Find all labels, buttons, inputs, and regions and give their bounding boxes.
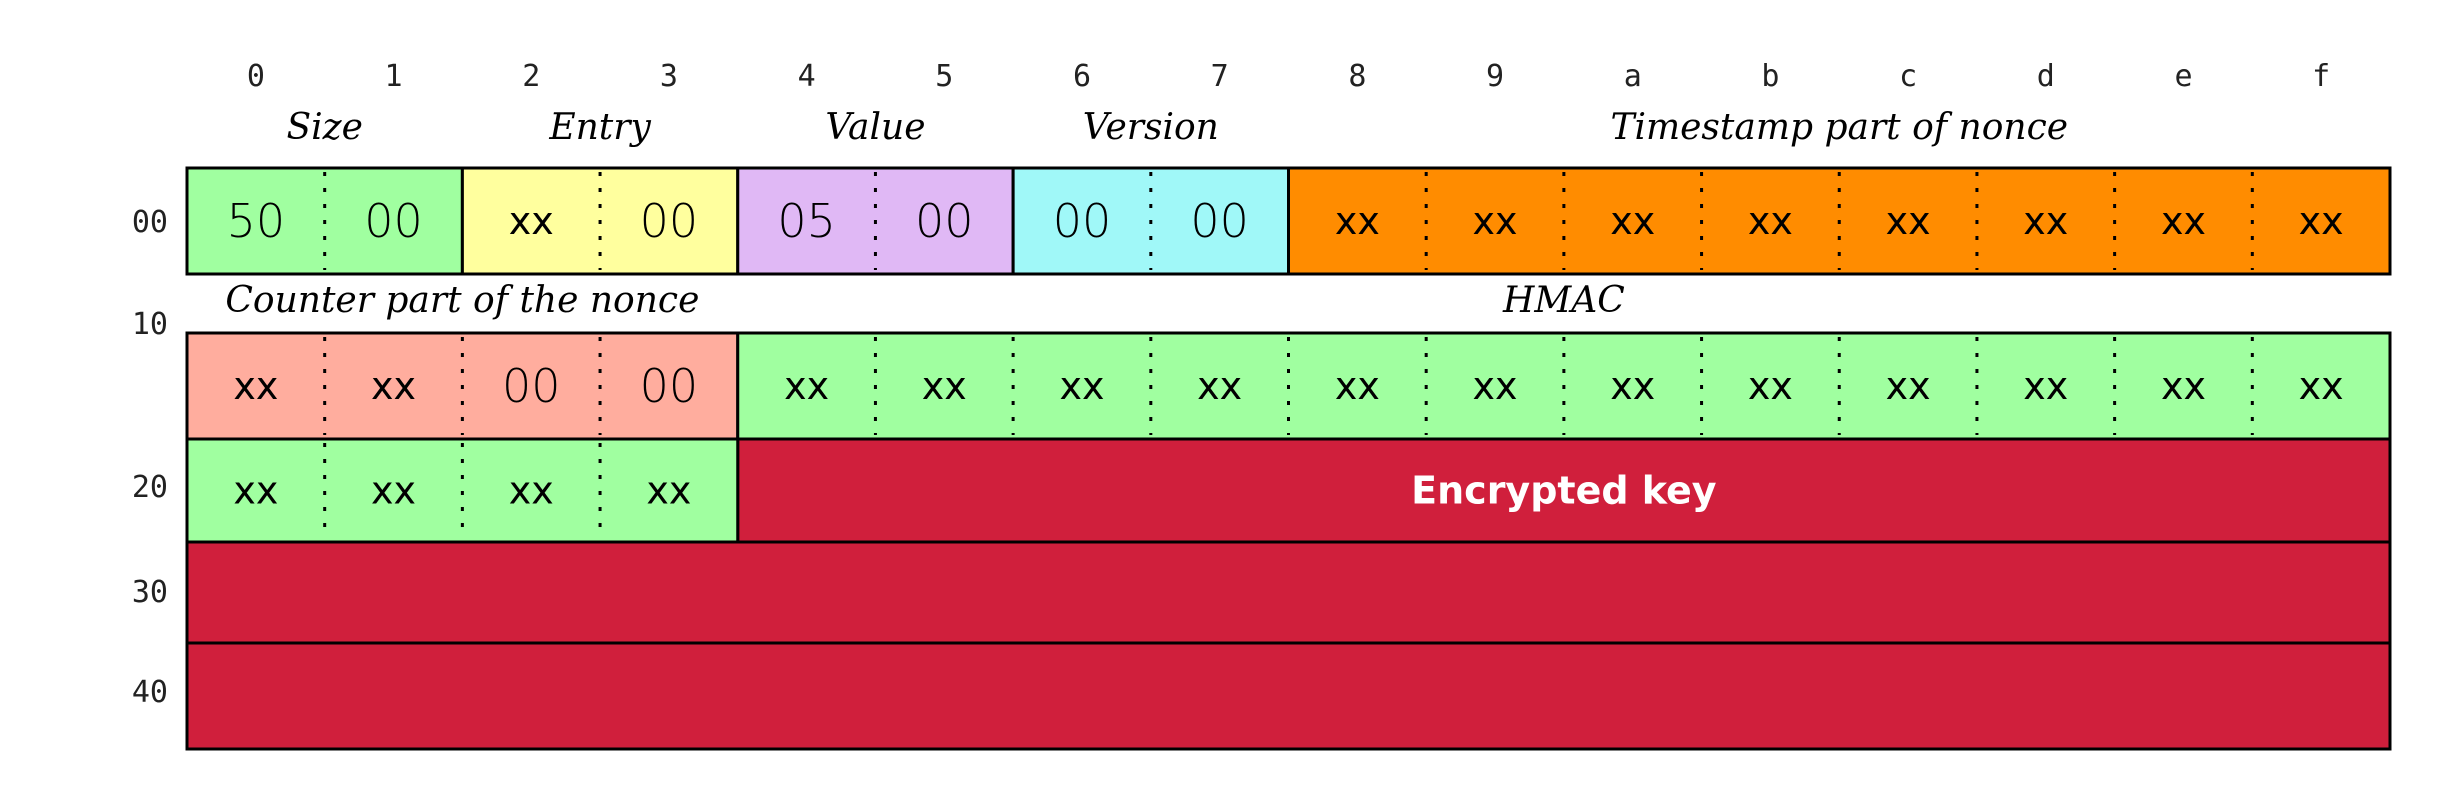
row-label: 40 (132, 675, 168, 710)
byte-value: xx (1473, 199, 1518, 243)
byte-value: 00 (915, 194, 974, 248)
column-label: 2 (522, 59, 540, 94)
byte-value: xx (233, 469, 278, 513)
column-label: a (1624, 59, 1642, 94)
byte-value: xx (2161, 364, 2206, 408)
row-label: 00 (132, 205, 168, 240)
byte-value: xx (1335, 364, 1380, 408)
column-label: 4 (798, 59, 816, 94)
byte-value: xx (2023, 364, 2068, 408)
byte-value: xx (2299, 199, 2344, 243)
byte-value: xx (784, 364, 829, 408)
byte-value: xx (371, 469, 416, 513)
encrypted-key-row-30 (185, 540, 2392, 645)
byte-value: xx (2299, 364, 2344, 408)
byte-value: xx (1335, 199, 1380, 243)
memory-layout-diagram: 0 1 2 3 4 5 6 7 8 9 a b c d e f 00 10 20 30 40 Encrypted key 5… (0, 0, 2441, 801)
column-label: 0 (247, 59, 265, 94)
column-label: b (1761, 59, 1779, 94)
byte-value: xx (1610, 364, 1655, 408)
row-label: 20 (132, 470, 168, 505)
column-label: 1 (385, 59, 403, 94)
column-label: f (2312, 59, 2330, 94)
byte-value: 00 (640, 359, 699, 413)
field-label: Entry (548, 107, 651, 148)
row-label: 30 (132, 575, 168, 610)
byte-value: 50 (227, 194, 286, 248)
encrypted-key-row-40 (185, 641, 2392, 751)
byte-value: xx (1886, 364, 1931, 408)
byte-value: xx (2161, 199, 2206, 243)
byte-value: 00 (502, 359, 561, 413)
byte-value: xx (1610, 199, 1655, 243)
column-label: 7 (1211, 59, 1229, 94)
byte-value: 00 (640, 194, 699, 248)
byte-value: xx (371, 364, 416, 408)
byte-value: xx (1197, 364, 1242, 408)
byte-value: xx (1473, 364, 1518, 408)
byte-value: 00 (364, 194, 423, 248)
field-label: Size (286, 107, 362, 148)
byte-value: xx (509, 469, 554, 513)
field-label: Timestamp part of nonce (1610, 107, 2068, 148)
column-label: 6 (1073, 59, 1091, 94)
byte-value: 05 (777, 194, 836, 248)
field-label: Version (1083, 107, 1219, 148)
byte-value: xx (1886, 199, 1931, 243)
column-label: 5 (935, 59, 953, 94)
byte-value: 00 (1053, 194, 1112, 248)
field-label: Counter part of the nonce (225, 280, 699, 321)
column-label: c (1899, 59, 1917, 94)
byte-value: xx (922, 364, 967, 408)
column-label: d (2037, 59, 2055, 94)
encrypted-key-label: Encrypted key (1411, 469, 1717, 513)
column-label: 3 (660, 59, 678, 94)
byte-value: xx (2023, 199, 2068, 243)
byte-value: xx (233, 364, 278, 408)
byte-value: xx (1059, 364, 1104, 408)
column-label: e (2174, 59, 2192, 94)
byte-layout-svg: 0 1 2 3 4 5 6 7 8 9 a b c d e f 00 10 20 30 40 Encrypted key 5… (132, 59, 2392, 751)
column-label: 8 (1348, 59, 1366, 94)
byte-value: 00 (1190, 194, 1249, 248)
byte-value: xx (1748, 364, 1793, 408)
row-label: 10 (132, 307, 168, 342)
column-label: 9 (1486, 59, 1504, 94)
byte-value: xx (1748, 199, 1793, 243)
field-label: Value (825, 107, 925, 148)
byte-value: xx (646, 469, 691, 513)
byte-value: xx (509, 199, 554, 243)
field-label: HMAC (1502, 280, 1625, 321)
